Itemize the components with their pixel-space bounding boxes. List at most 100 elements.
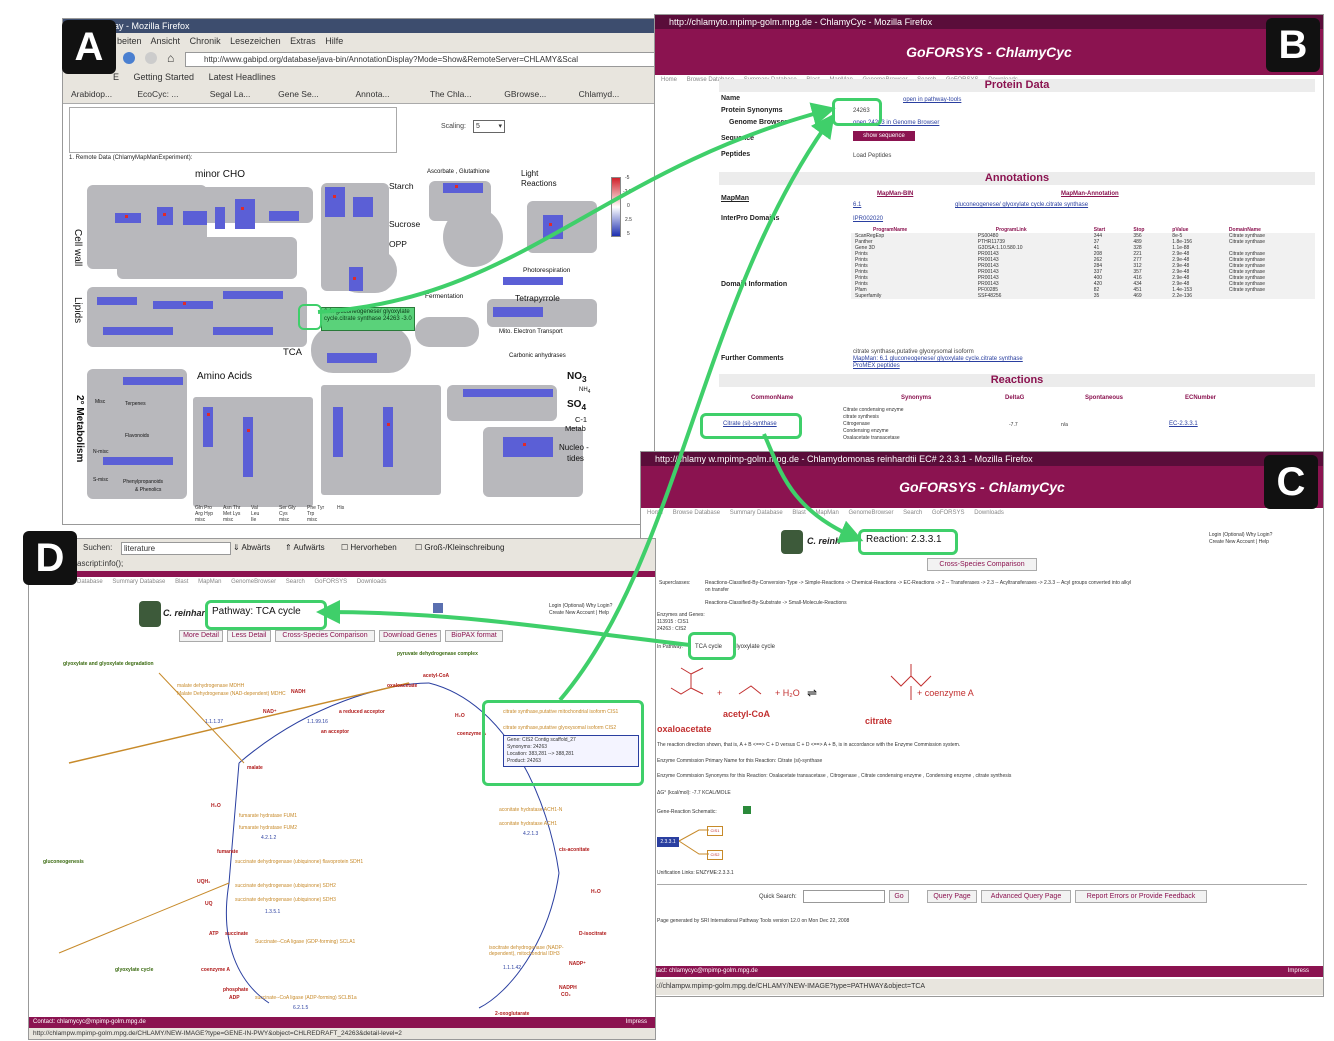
- enzyme-label[interactable]: succinate dehydrogenase (ubiquinone) SDH…: [235, 883, 336, 889]
- enzyme-item[interactable]: 24263 : CIS2: [657, 626, 686, 632]
- enzyme-ec[interactable]: 1.3.5.1: [265, 909, 280, 915]
- tab-item[interactable]: Chlamyd...: [579, 85, 639, 103]
- enzyme-ec[interactable]: 1.1.1.37: [205, 719, 223, 725]
- node-uq[interactable]: UQ: [205, 901, 213, 907]
- node-co2[interactable]: CO₂: [561, 992, 571, 998]
- node-succinate[interactable]: succinate: [225, 931, 248, 937]
- case-checkbox[interactable]: ☐ Groß-/Kleinschreibung: [415, 539, 504, 557]
- enzyme-ec[interactable]: 1.1.1.42: [503, 965, 521, 971]
- nav-link[interactable]: Home: [661, 77, 677, 83]
- reload-icon[interactable]: [123, 52, 135, 64]
- enzyme-label[interactable]: fumarate hydratase FUM1: [239, 813, 297, 819]
- go-button[interactable]: Go: [889, 890, 909, 903]
- nav-link[interactable]: MapMan: [198, 579, 221, 585]
- create-account-link[interactable]: Create New Account | Help: [549, 610, 609, 616]
- home-icon[interactable]: ⌂: [167, 51, 174, 65]
- footer-impress[interactable]: Impress: [626, 1017, 647, 1028]
- enzyme-item[interactable]: 113915 : CIS1: [657, 619, 689, 625]
- interpro-value[interactable]: IPR002020: [853, 216, 883, 222]
- enzyme-ec[interactable]: 1.1.99.16: [307, 719, 328, 725]
- node-phosphate[interactable]: phosphate: [223, 987, 248, 993]
- peptides-value[interactable]: Load Peptides: [853, 153, 891, 159]
- tab-item[interactable]: GBrowse...: [504, 85, 576, 103]
- node-coenzyme-a-2[interactable]: coenzyme A: [201, 967, 230, 973]
- find-input[interactable]: literature: [121, 542, 231, 555]
- node-isocitrate[interactable]: D-isocitrate: [579, 931, 607, 937]
- node-pyruvate[interactable]: pyruvate dehydrogenase complex: [397, 651, 478, 657]
- enzyme-label[interactable]: isocitrate dehydrogenase (NADP-dependent…: [489, 945, 569, 957]
- nav-link[interactable]: Blast: [792, 510, 805, 516]
- advanced-query-button[interactable]: Advanced Query Page: [981, 890, 1071, 903]
- enzyme-ec[interactable]: 4.2.1.3: [523, 831, 538, 837]
- node-acetyl-coa[interactable]: acetyl-CoA: [423, 673, 449, 679]
- biopax-button[interactable]: BioPAX format: [445, 630, 503, 642]
- enzyme-label[interactable]: succinate dehydrogenase (ubiquinone) SDH…: [235, 897, 336, 903]
- tab-item[interactable]: Segal La...: [210, 85, 276, 103]
- node-ubiquinol[interactable]: UQH₂: [197, 879, 210, 885]
- nav-link[interactable]: Summary Database: [730, 510, 783, 516]
- node-h2o[interactable]: H₂O: [455, 713, 465, 719]
- find-prev-button[interactable]: ⇑ Aufwärts: [285, 539, 325, 557]
- schematic-gene[interactable]: CIS2: [707, 850, 723, 860]
- nav-link[interactable]: Blast: [175, 579, 188, 585]
- create-account-link[interactable]: Create New Account | Help: [1209, 539, 1269, 545]
- cross-species-button[interactable]: Cross-Species Comparison: [275, 630, 375, 642]
- node-malate[interactable]: malate: [247, 765, 263, 771]
- enzyme-label[interactable]: fumarate hydratase FUM2: [239, 825, 297, 831]
- node-atp[interactable]: ATP: [209, 931, 219, 937]
- nav-link[interactable]: Browse Database: [673, 510, 720, 516]
- nav-link[interactable]: MapMan: [815, 510, 838, 516]
- node-oxaloacetate[interactable]: oxaloacetate: [387, 683, 417, 689]
- menu-item[interactable]: beiten: [117, 36, 142, 46]
- enzyme-label[interactable]: Succinate--CoA ligase (GDP-forming) SCLA…: [255, 939, 355, 945]
- node-h2o[interactable]: H₂O: [211, 803, 221, 809]
- nav-link[interactable]: GenomeBrowser: [848, 510, 893, 516]
- node-fumarate[interactable]: fumarate: [217, 849, 238, 855]
- download-genes-button[interactable]: Download Genes: [379, 630, 441, 642]
- footer-contact[interactable]: Contact: chlamycyc@mpimp-golm.mpg.de: [33, 1017, 146, 1028]
- login-link[interactable]: Login (Optional) Why Login?: [549, 603, 612, 609]
- node-cis-aconitate[interactable]: cis-aconitate: [559, 847, 590, 853]
- nav-link[interactable]: Downloads: [357, 579, 387, 585]
- less-detail-button[interactable]: Less Detail: [227, 630, 271, 642]
- enzyme-ec[interactable]: 6.2.1.5: [293, 1005, 308, 1011]
- node-h2o[interactable]: H₂O: [591, 889, 601, 895]
- schematic-info-icon[interactable]: [743, 806, 751, 814]
- login-link[interactable]: Login (Optional) Why Login?: [1209, 532, 1272, 538]
- node-gluconeogenesis[interactable]: gluconeogenesis: [43, 859, 84, 865]
- node-nadp[interactable]: NADP⁺: [569, 961, 586, 967]
- enzyme-label[interactable]: succinate dehydrogenase (ubiquinone) fla…: [235, 859, 363, 865]
- node-nadph[interactable]: NADPH: [559, 985, 577, 991]
- highlight-checkbox[interactable]: ☐ Hervorheben: [341, 539, 397, 557]
- quick-search-input[interactable]: [803, 890, 885, 903]
- node-nadh[interactable]: NADH: [291, 689, 305, 695]
- nav-link[interactable]: GoFORSYS: [932, 510, 965, 516]
- schematic-ec-box[interactable]: 2.3.3.1: [657, 837, 679, 847]
- tab-item[interactable]: The Chla...: [430, 85, 502, 103]
- node-nad[interactable]: NAD⁺: [263, 709, 276, 715]
- node-glyox-degr[interactable]: glyoxylate and glyoxylate degradation: [63, 661, 154, 667]
- menu-item[interactable]: Hilfe: [325, 36, 343, 46]
- nav-link[interactable]: Downloads: [974, 510, 1004, 516]
- menu-item[interactable]: Lesezeichen: [230, 36, 281, 46]
- show-sequence-button[interactable]: show sequence: [853, 131, 915, 141]
- nav-link[interactable]: Search: [286, 579, 305, 585]
- footer-impress[interactable]: Impress: [1288, 966, 1309, 977]
- nav-link[interactable]: Home: [647, 510, 663, 516]
- mapman-bin-value[interactable]: 6.1: [853, 202, 861, 208]
- node-reduced-acceptor[interactable]: a reduced acceptor: [339, 709, 385, 715]
- url-bar[interactable]: http://www.gabipd.org/database/java-bin/…: [185, 52, 659, 67]
- menu-item[interactable]: Chronik: [190, 36, 221, 46]
- schematic-gene[interactable]: CIS1: [707, 826, 723, 836]
- enzyme-ec[interactable]: 4.2.1.2: [261, 835, 276, 841]
- stop-icon[interactable]: [145, 52, 157, 64]
- bookmark-item[interactable]: Latest Headlines: [209, 72, 276, 82]
- scaling-select[interactable]: 5 ▾: [473, 120, 505, 133]
- query-page-button[interactable]: Query Page: [927, 890, 977, 903]
- node-glyox-cycle[interactable]: glyoxylate cycle: [115, 967, 153, 973]
- nav-link[interactable]: GenomeBrowser: [231, 579, 276, 585]
- cross-species-button[interactable]: Cross-Species Comparison: [927, 558, 1037, 571]
- further-comment-2[interactable]: MapMan: 6.1 gluconeogenese/ glyoxylate c…: [853, 356, 1023, 362]
- mapman-annotation-value[interactable]: gluconeogenese/ glyoxylate cycle.citrate…: [955, 202, 1088, 208]
- report-errors-button[interactable]: Report Errors or Provide Feedback: [1075, 890, 1207, 903]
